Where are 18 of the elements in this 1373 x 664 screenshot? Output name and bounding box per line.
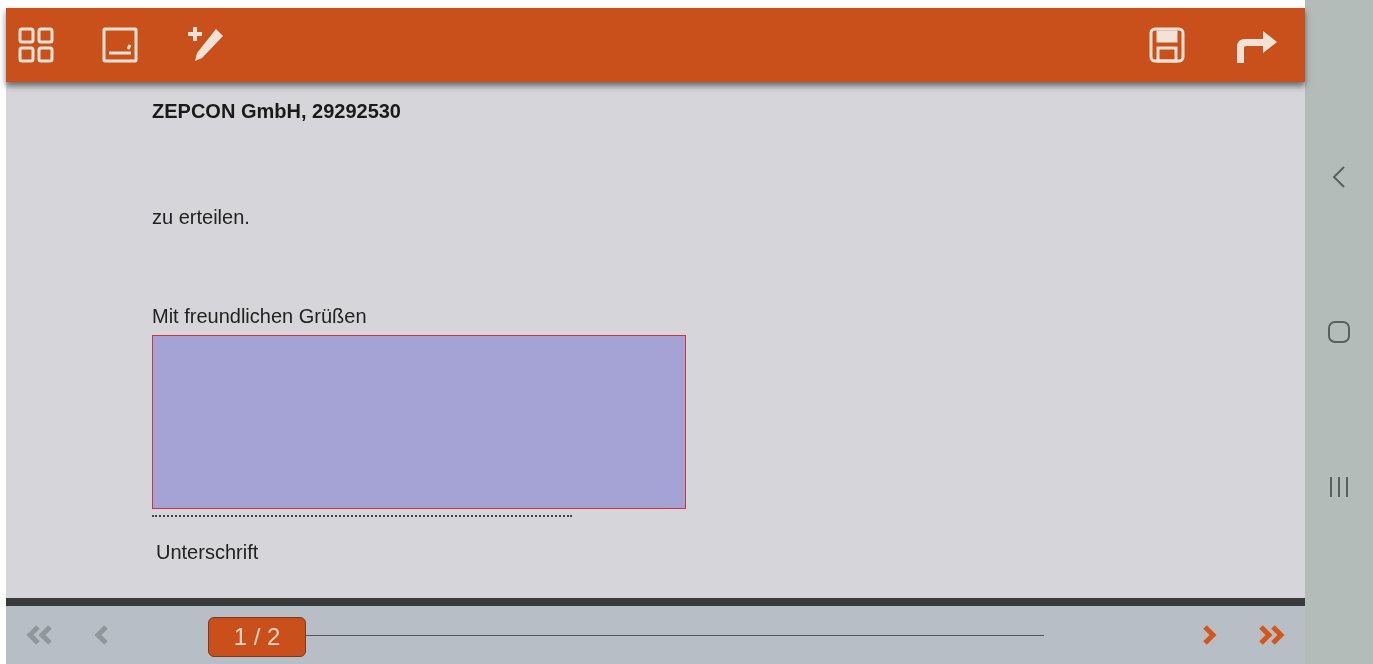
back-icon[interactable]	[1332, 165, 1346, 190]
toolbar-button[interactable]	[18, 27, 54, 63]
page-slider[interactable]: 1 / 2	[208, 613, 1044, 657]
chevron-icon	[1200, 624, 1218, 646]
toolbar-button[interactable]	[1149, 27, 1185, 63]
home-icon[interactable]	[1327, 320, 1351, 344]
page-slider-thumb[interactable]: 1 / 2	[208, 617, 306, 657]
signature-caption: Unterschrift	[156, 540, 260, 565]
toolbar-button[interactable]	[102, 27, 138, 63]
chevron-icon	[93, 624, 111, 646]
recents-icon[interactable]	[1328, 474, 1350, 499]
signature-pad-icon	[102, 27, 138, 63]
company-line: ZEPCON GmbH, 29292530	[152, 99, 402, 124]
signature-field[interactable]	[152, 335, 686, 509]
body-text: zu erteilen.	[152, 205, 251, 230]
save-icon	[1149, 27, 1185, 63]
closing-text: Mit freundlichen Grüßen	[152, 304, 368, 329]
grid-icon	[18, 27, 54, 63]
